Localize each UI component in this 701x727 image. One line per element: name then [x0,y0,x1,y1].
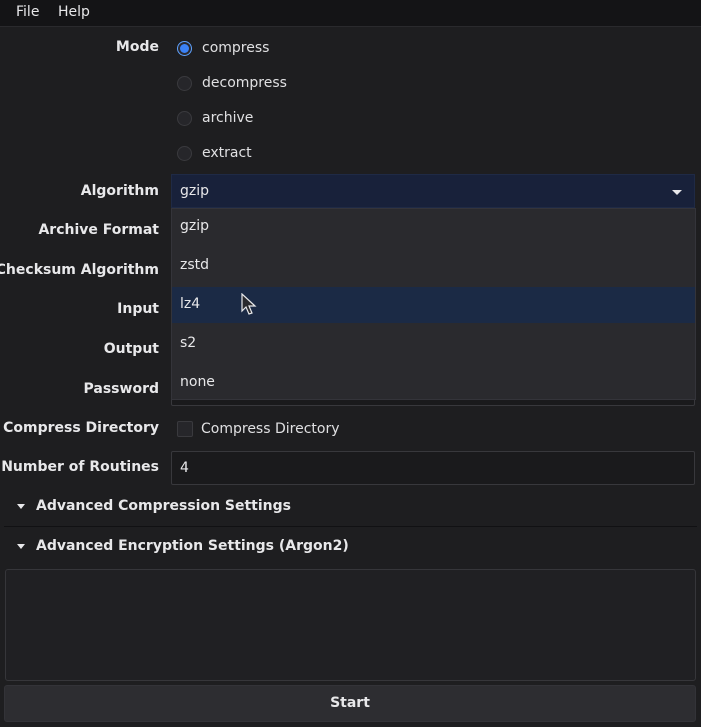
section-divider [4,526,697,527]
start-button[interactable]: Start [4,685,696,722]
radio-button[interactable] [177,75,192,91]
mode-radio-compress[interactable]: compress [177,37,269,59]
section-title: Advanced Encryption Settings (Argon2) [36,538,349,554]
input-label: Input [117,301,159,317]
radio-label: extract [202,145,252,161]
mode-label: Mode [115,39,159,55]
dropdown-option-label: gzip [180,218,210,234]
dropdown-option-s2[interactable]: s2 [172,326,695,362]
section-title: Advanced Compression Settings [36,498,291,514]
number-of-routines-label: Number of Routines [1,459,159,475]
dropdown-option-label: s2 [180,335,197,351]
dropdown-option-label: lz4 [180,296,201,312]
radio-button[interactable] [177,40,192,56]
checksum-algorithm-label: Checksum Algorithm [0,262,159,278]
checkbox-box[interactable] [177,421,193,437]
dropdown-option-label: none [180,374,215,390]
mode-radio-decompress[interactable]: decompress [177,72,287,94]
radio-label: archive [202,110,254,126]
dropdown-option-zstd[interactable]: zstd [172,248,695,284]
archive-format-label: Archive Format [38,222,159,238]
radio-button[interactable] [177,145,192,161]
menu-bar: File Help [0,0,701,27]
mode-radio-extract[interactable]: extract [177,142,252,164]
menu-help[interactable]: Help [58,4,90,20]
mode-radio-archive[interactable]: archive [177,107,253,129]
algorithm-label: Algorithm [80,183,159,199]
compress-directory-checkbox[interactable]: Compress Directory [177,419,340,439]
output-label: Output [103,341,159,357]
expand-arrow-icon [17,544,25,549]
radio-label: decompress [202,75,287,91]
routines-input[interactable]: 4 [171,451,695,485]
dropdown-option-label: zstd [180,257,210,273]
routines-value: 4 [180,460,189,476]
radio-button[interactable] [177,110,192,126]
advanced-encryption-section-header[interactable]: Advanced Encryption Settings (Argon2) [0,529,697,565]
algorithm-select[interactable]: gzip [171,174,695,208]
expand-arrow-icon [17,504,25,509]
radio-label: compress [202,40,270,56]
password-label: Password [83,381,159,397]
advanced-compression-section-header[interactable]: Advanced Compression Settings [0,489,697,525]
dropdown-option-gzip[interactable]: gzip [172,209,695,245]
menu-file[interactable]: File [16,4,39,20]
mouse-cursor-icon [241,293,257,315]
algorithm-selected-value: gzip [180,183,210,199]
chevron-down-icon [672,190,682,195]
log-output-area[interactable] [5,569,696,681]
checkbox-label: Compress Directory [201,421,340,437]
compress-directory-label: Compress Directory [3,420,159,436]
dropdown-option-none[interactable]: none [172,365,695,401]
